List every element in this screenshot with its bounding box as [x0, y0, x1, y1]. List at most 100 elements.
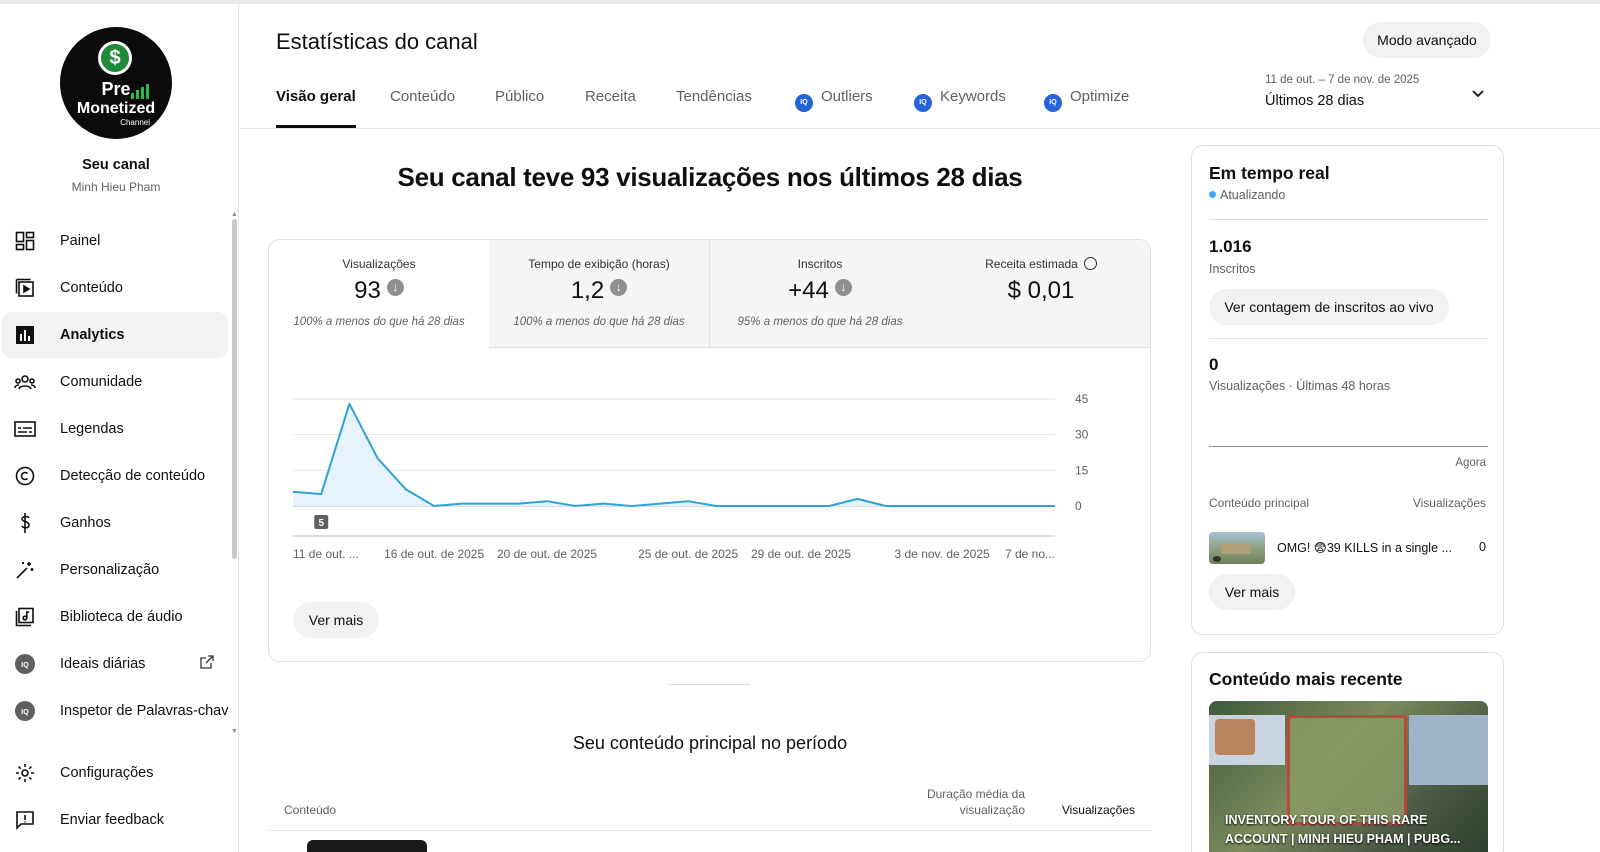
- sidebar-item-legendas[interactable]: Legendas: [2, 406, 228, 452]
- tab-keywords[interactable]: IQ Keywords: [914, 88, 1006, 128]
- sidebar-item-label: Detecção de conteúdo: [60, 468, 206, 484]
- magic-wand-icon: [14, 559, 36, 581]
- tab-outliers[interactable]: IQ Outliers: [795, 88, 873, 128]
- metric-value: 93: [269, 277, 489, 305]
- realtime-card: Em tempo real Atualizando 1.016 Inscrito…: [1191, 145, 1504, 635]
- sidebar-item-label: Configurações: [60, 765, 154, 781]
- sidebar-item-label: Ideais diárias: [60, 656, 146, 672]
- overview-headline: Seu canal teve 93 visualizações nos últi…: [397, 162, 1023, 192]
- metric-watch-time[interactable]: Tempo de exibição (horas) 1,2 100% a men…: [489, 240, 710, 348]
- advanced-mode-button[interactable]: Modo avançado: [1363, 22, 1491, 58]
- metric-label: Receita estimada: [930, 257, 1150, 271]
- chevron-down-icon[interactable]: [1470, 86, 1486, 102]
- x-tick-label: 11 de out. ...: [293, 547, 359, 561]
- analytics-icon: [14, 324, 36, 346]
- tab-label: Outliers: [821, 88, 873, 105]
- realtime-subscribers-label: Inscritos: [1209, 262, 1256, 276]
- video-thumbnail[interactable]: [1209, 532, 1265, 564]
- recent-video-thumbnail[interactable]: INVENTORY TOUR OF THIS RARE ACCOUNT | MI…: [1209, 701, 1488, 852]
- metric-number: 1,2: [570, 277, 605, 304]
- realtime-video-title[interactable]: OMG! 😨39 KILLS in a single ...: [1277, 540, 1455, 555]
- sidebar-item-painel[interactable]: Painel: [2, 218, 228, 264]
- sidebar-item-personalizacao[interactable]: Personalização: [2, 547, 228, 593]
- sidebar-item-inspetor-palavras[interactable]: IQ Inspetor de Palavras-chav: [2, 688, 228, 734]
- tab-publico[interactable]: Público: [495, 88, 544, 128]
- arrow-down-icon: [834, 279, 852, 296]
- dollar-coin-icon: $: [98, 41, 132, 75]
- overview-stats-card: Visualizações 93 100% a menos do que há …: [268, 239, 1151, 662]
- see-more-button[interactable]: Ver mais: [293, 602, 379, 638]
- y-tick-label: 0: [1075, 499, 1082, 513]
- table-header-views[interactable]: Visualizações: [1050, 803, 1135, 817]
- video-thumbnail[interactable]: [307, 840, 427, 852]
- tab-label: Público: [495, 88, 545, 105]
- page-title: Estatísticas do canal: [276, 29, 478, 54]
- sidebar-item-conteudo[interactable]: Conteúdo: [2, 265, 228, 311]
- tab-conteudo[interactable]: Conteúdo: [390, 88, 455, 128]
- metric-note: 95% a menos do que há 28 dias: [737, 316, 903, 328]
- tab-visao-geral[interactable]: Visão geral: [276, 88, 356, 128]
- tab-label: Conteúdo: [390, 88, 456, 105]
- sidebar-item-ganhos[interactable]: Ganhos: [2, 500, 228, 546]
- sidebar-item-biblioteca-audio[interactable]: Biblioteca de áudio: [2, 594, 228, 640]
- sidebar-item-label: Analytics: [60, 327, 125, 343]
- sidebar-scrollbar[interactable]: [232, 219, 237, 559]
- metric-number: 93: [354, 277, 381, 304]
- metric-label: Visualizações: [342, 257, 416, 271]
- sidebar-item-label: Ganhos: [60, 515, 111, 531]
- tab-receita[interactable]: Receita: [585, 88, 636, 128]
- sidebar-item-ideias-diarias[interactable]: IQ Ideais diárias: [2, 641, 228, 687]
- sidebar-item-comunidade[interactable]: Comunidade: [2, 359, 228, 405]
- y-tick-label: 15: [1075, 463, 1089, 477]
- scroll-down-icon[interactable]: ▼: [231, 728, 238, 735]
- realtime-status: Atualizando: [1209, 188, 1285, 202]
- sidebar-item-configuracoes[interactable]: Configurações: [2, 750, 228, 796]
- tab-label: Visão geral: [276, 88, 356, 105]
- realtime-see-more-button[interactable]: Ver mais: [1209, 574, 1295, 610]
- live-subscriber-count-button[interactable]: Ver contagem de inscritos ao vivo: [1209, 289, 1449, 325]
- sidebar-item-enviar-feedback[interactable]: Enviar feedback: [2, 797, 228, 843]
- channel-name: Seu canal: [82, 157, 150, 173]
- x-tick-label: 7 de no...: [1005, 547, 1055, 561]
- views-line-chart[interactable]: 0 15 30 45 5 11 de out. ... 16 de out. de 2025…: [269, 348, 1151, 588]
- dashboard-icon: [14, 230, 36, 252]
- vidiq-icon: IQ: [914, 94, 932, 112]
- metric-value: +44: [710, 277, 930, 305]
- table-header-avg-duration[interactable]: Duração média da visualização: [900, 786, 1025, 818]
- channel-avatar[interactable]: $ Pre Monetized Channel: [60, 27, 172, 139]
- sidebar-item-label: Personalização: [60, 562, 160, 578]
- sidebar: $ Pre Monetized Channel Seu canal Minh H…: [0, 4, 239, 852]
- metric-label-text: Receita estimada: [985, 257, 1078, 271]
- tab-optimize[interactable]: IQ Optimize: [1044, 88, 1129, 128]
- sidebar-item-deteccao[interactable]: Detecção de conteúdo: [2, 453, 228, 499]
- metric-views[interactable]: Visualizações 93 100% a menos do que há …: [269, 240, 490, 348]
- realtime-views-value: 0: [1209, 355, 1219, 374]
- realtime-chart-baseline: [1209, 446, 1488, 447]
- table-divider: [268, 830, 1151, 831]
- sidebar-item-label: Conteúdo: [60, 280, 123, 296]
- realtime-views-label: Visualizações · Últimas 48 horas: [1209, 379, 1391, 393]
- recent-video-caption: INVENTORY TOUR OF THIS RARE ACCOUNT | MI…: [1225, 813, 1461, 846]
- date-range-text[interactable]: 11 de out. – 7 de nov. de 2025: [1265, 74, 1419, 86]
- tab-tendencias[interactable]: Tendências: [676, 88, 752, 128]
- y-tick-label: 30: [1075, 428, 1089, 442]
- metric-value: $ 0,01: [1007, 277, 1075, 304]
- metric-note: 100% a menos do que há 28 dias: [513, 316, 685, 328]
- metric-subscribers[interactable]: Inscritos +44 95% a menos do que há 28 d…: [710, 240, 931, 348]
- event-marker-label: 5: [318, 518, 324, 529]
- logo-text-channel: Channel: [120, 118, 150, 127]
- svg-text:IQ: IQ: [21, 662, 29, 669]
- scroll-up-icon[interactable]: ▲: [231, 211, 238, 218]
- realtime-subscribers-value: 1.016: [1209, 237, 1252, 256]
- metric-revenue[interactable]: Receita estimada $ 0,01: [930, 240, 1150, 348]
- realtime-top-content-label: Conteúdo principal: [1209, 496, 1310, 510]
- realtime-video-views: 0: [1479, 540, 1486, 554]
- channel-owner: Minh Hieu Pham: [71, 180, 161, 194]
- clock-icon: [1083, 257, 1097, 270]
- feedback-icon: [14, 809, 36, 831]
- sidebar-item-analytics[interactable]: Analytics: [2, 312, 228, 358]
- metric-label: Tempo de exibição (horas): [528, 257, 670, 271]
- arrow-down-icon: [610, 279, 628, 296]
- logo-text-monetized: Monetized: [76, 100, 156, 117]
- date-range-label[interactable]: Últimos 28 dias: [1265, 93, 1364, 109]
